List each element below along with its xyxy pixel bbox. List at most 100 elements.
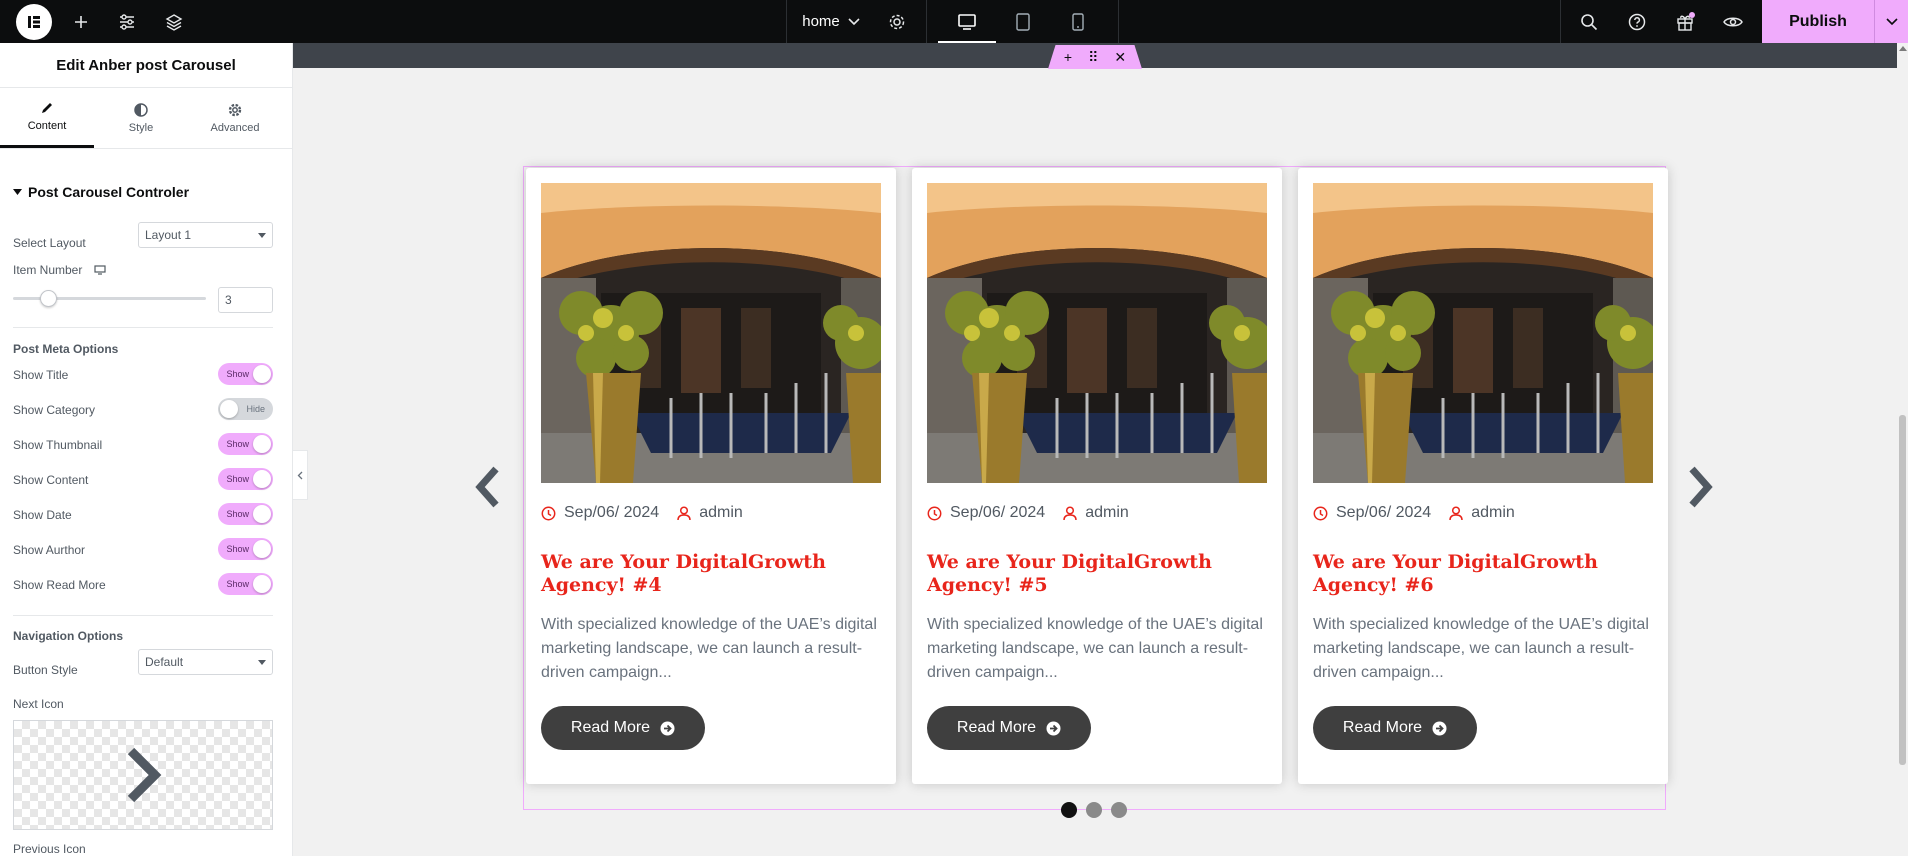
help-icon[interactable] <box>1624 0 1650 43</box>
read-more-label: Read More <box>570 719 651 736</box>
post-excerpt: With specialized knowledge of the UAE’s … <box>927 616 1263 681</box>
site-settings-icon[interactable] <box>114 0 140 43</box>
toggle-switch[interactable]: Show <box>218 573 273 595</box>
page-switcher[interactable]: home <box>796 0 866 43</box>
section-title: Post Carousel Controler <box>28 184 190 200</box>
post-thumbnail[interactable] <box>927 183 1267 483</box>
pagination-dot[interactable] <box>1061 802 1077 818</box>
toggle-label: Show Thumbnail <box>13 438 103 452</box>
clock-icon <box>541 506 556 520</box>
whats-new-gift-icon[interactable] <box>1672 0 1698 43</box>
item-number-slider-handle[interactable] <box>39 290 57 307</box>
button-style-label: Button Style <box>13 663 78 677</box>
section-handle: + ⠿ ✕ <box>1048 45 1142 69</box>
tab-advanced[interactable]: Advanced <box>188 88 282 148</box>
post-title[interactable]: We are Your DigitalGrowth Agency! #6 <box>1313 551 1643 597</box>
clock-icon <box>1313 506 1328 520</box>
publish-button-group: Publish <box>1762 0 1908 43</box>
gear-icon <box>228 103 242 116</box>
toggle-switch[interactable]: Show <box>218 363 273 385</box>
post-title[interactable]: We are Your DigitalGrowth Agency! #4 <box>541 551 871 597</box>
delete-section-icon[interactable]: ✕ <box>1114 49 1126 66</box>
toggle-switch[interactable]: Show <box>218 538 273 560</box>
arrow-circle-right-icon <box>1046 721 1061 735</box>
pencil-icon <box>42 103 52 113</box>
next-icon-label: Next Icon <box>13 697 64 711</box>
read-more-button[interactable]: Read More <box>541 706 705 750</box>
select-layout-value: Layout 1 <box>145 228 192 242</box>
toggle-knob <box>253 540 271 558</box>
toggle-label: Show Category <box>13 403 96 417</box>
toggle-switch[interactable]: Show <box>218 468 273 490</box>
desktop-view-icon[interactable] <box>954 0 980 43</box>
button-style-dropdown[interactable]: Default <box>138 649 273 675</box>
user-icon <box>1063 505 1077 520</box>
item-number-input[interactable]: 3 <box>218 287 273 313</box>
arrow-circle-right-icon <box>660 721 675 735</box>
elementor-logo-icon[interactable] <box>16 4 52 40</box>
add-element-icon[interactable] <box>68 0 94 43</box>
post-author[interactable]: admin <box>1085 504 1129 522</box>
post-date: Sep/06/ 2024 <box>1336 504 1432 521</box>
mobile-view-icon[interactable] <box>1065 0 1091 43</box>
toggle-state-label: Show <box>226 474 249 484</box>
structure-layers-icon[interactable] <box>161 0 187 43</box>
pagination-dot[interactable] <box>1111 802 1127 818</box>
carousel-next-arrow[interactable] <box>1682 462 1718 512</box>
read-more-button[interactable]: Read More <box>1313 706 1477 750</box>
drag-handle-icon[interactable]: ⠿ <box>1088 49 1098 66</box>
next-icon-picker[interactable] <box>13 720 273 830</box>
toggle-knob <box>253 365 271 383</box>
post-excerpt: With specialized knowledge of the UAE’s … <box>1313 616 1649 681</box>
search-icon[interactable] <box>1576 0 1602 43</box>
carousel-prev-arrow[interactable] <box>470 462 506 512</box>
section-toggle-post-carousel[interactable]: Post Carousel Controler <box>13 184 189 200</box>
toggle-switch[interactable]: Hide <box>218 398 273 420</box>
post-thumbnail[interactable] <box>1313 183 1653 483</box>
toggle-state-label: Show <box>226 439 249 449</box>
tablet-view-icon[interactable] <box>1010 0 1036 43</box>
tab-content[interactable]: Content <box>0 88 94 148</box>
read-more-button[interactable]: Read More <box>927 706 1091 750</box>
chevron-left-icon <box>297 471 303 479</box>
preview-eye-icon[interactable] <box>1720 0 1746 43</box>
desktop-responsive-icon[interactable] <box>94 265 106 275</box>
post-card: Sep/06/ 2024 admin We are Your DigitalGr… <box>912 168 1282 784</box>
select-layout-dropdown[interactable]: Layout 1 <box>138 222 273 248</box>
toggle-switch[interactable]: Show <box>218 503 273 525</box>
pagination-dot[interactable] <box>1086 802 1102 818</box>
add-section-icon[interactable]: + <box>1064 49 1072 65</box>
post-title[interactable]: We are Your DigitalGrowth Agency! #5 <box>927 551 1257 597</box>
toggle-knob <box>253 575 271 593</box>
previous-icon-label: Previous Icon <box>13 842 86 856</box>
tab-style[interactable]: Style <box>94 88 188 148</box>
item-number-label: Item Number <box>13 263 83 277</box>
publish-button[interactable]: Publish <box>1762 0 1874 43</box>
collapse-panel-button[interactable] <box>293 450 308 500</box>
toggle-state-label: Hide <box>246 404 265 414</box>
toggle-label: Show Date <box>13 508 72 522</box>
clock-icon <box>927 506 942 520</box>
toggle-state-label: Show <box>226 369 249 379</box>
post-date: Sep/06/ 2024 <box>950 504 1046 521</box>
scrollbar-thumb[interactable] <box>1899 415 1906 765</box>
post-author[interactable]: admin <box>1471 504 1515 522</box>
panel-title: Edit Anber post Carousel <box>0 43 292 88</box>
user-icon <box>1449 505 1463 520</box>
publish-options-chevron-icon[interactable] <box>1874 0 1908 43</box>
dropdown-caret-icon <box>258 233 266 238</box>
scroll-up-arrow-icon[interactable] <box>1899 46 1907 51</box>
toggle-knob <box>220 400 238 418</box>
navigation-heading: Navigation Options <box>13 629 124 643</box>
toggle-state-label: Show <box>226 579 249 589</box>
chevron-right-icon <box>127 747 162 803</box>
page-name: home <box>802 13 840 30</box>
page-settings-gear-icon[interactable] <box>884 0 910 43</box>
toggle-state-label: Show <box>226 544 249 554</box>
post-thumbnail[interactable] <box>541 183 881 483</box>
post-author[interactable]: admin <box>699 504 743 522</box>
tab-content-label: Content <box>27 120 67 132</box>
carousel-pagination <box>1061 802 1127 818</box>
toggle-switch[interactable]: Show <box>218 433 273 455</box>
post-meta: Sep/06/ 2024 admin <box>1313 504 1533 522</box>
